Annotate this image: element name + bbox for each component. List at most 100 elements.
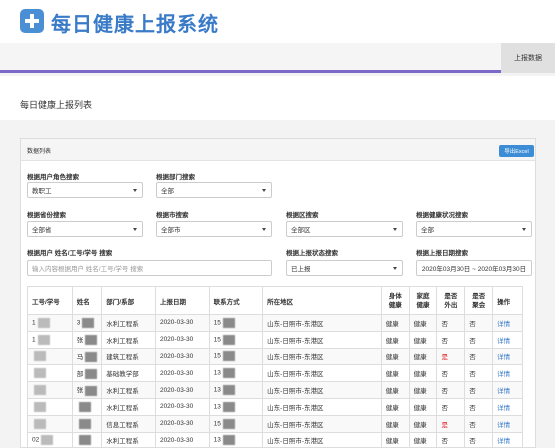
cell-phone: 13 [208, 381, 264, 399]
cell-body-health: 健康 [380, 314, 410, 332]
province-select[interactable]: 全部省 [27, 221, 143, 237]
cell-family-health: 健康 [408, 381, 438, 399]
cell-dept: 水利工程系 [101, 330, 156, 349]
nav-item-report-data[interactable]: 上报数据 [501, 43, 555, 73]
redacted-mask [37, 334, 50, 345]
cell-phone: 13 [208, 364, 264, 383]
details-link[interactable]: 详情 [492, 431, 523, 448]
redacted-mask [222, 351, 235, 362]
cell-name: 3 [71, 314, 103, 332]
cell-gathering: 否 [464, 431, 494, 448]
col-header-dept: 部门/系部 [101, 286, 156, 315]
district-select[interactable]: 全部区 [286, 221, 403, 237]
cell-family-health: 健康 [408, 364, 438, 383]
cell-date: 2020-03-30 [154, 381, 210, 399]
cell-dept: 基础教学部 [101, 364, 156, 383]
role-select[interactable]: 教职工 [27, 182, 143, 198]
details-link[interactable]: 详情 [492, 414, 523, 433]
cell-gathering: 否 [464, 314, 494, 332]
redacted-mask [85, 352, 98, 363]
chevron-down-icon [133, 189, 137, 192]
export-excel-button[interactable]: 导出Excel [499, 145, 534, 157]
status-filter-label: 根据上报状态搜索 [286, 250, 338, 257]
cell-date: 2020-03-30 [154, 347, 210, 366]
cell-gathering: 否 [464, 414, 494, 433]
cell-gathering: 否 [464, 397, 494, 416]
health-select[interactable]: 全部 [416, 221, 532, 237]
details-link[interactable]: 详情 [492, 397, 523, 416]
cell-date: 2020-03-30 [154, 314, 210, 332]
cell-dept: 信息工程系 [101, 414, 156, 433]
redacted-mask [222, 334, 235, 345]
cell-family-health: 健康 [408, 414, 438, 433]
col-header-gathering: 是否 聚会 [464, 286, 494, 315]
table-row: 1 张水利工程系 2020-03-30 15 山东-日照市-东港区 健康 健康否否详情 [27, 330, 523, 349]
details-link[interactable]: 详情 [492, 347, 523, 366]
date-range-input[interactable]: 2020年03月30日 ~ 2020年03月30日 [416, 260, 532, 276]
chevron-down-icon [133, 228, 137, 231]
cell-body-health: 健康 [380, 330, 410, 349]
cell-dept: 建筑工程系 [101, 347, 156, 366]
health-filter-label: 根据健康状况搜索 [416, 212, 468, 219]
redacted-mask [222, 385, 235, 396]
redacted-mask [222, 317, 235, 328]
user-search-input[interactable]: 输入内容根据用户 姓名/工号/学号 搜索 [27, 260, 272, 276]
cell-name: 马 [71, 347, 103, 366]
details-link[interactable]: 详情 [492, 381, 523, 399]
cell-region: 山东-日照市-东港区 [262, 414, 382, 433]
dept-select[interactable]: 全部 [156, 182, 272, 198]
redacted-mask [34, 368, 46, 379]
cell-id [27, 347, 73, 366]
cell-name: 张 [71, 330, 103, 349]
app-title: 每日健康上报系统 [51, 12, 219, 36]
cell-date: 2020-03-30 [154, 397, 210, 416]
cell-went-out: 否 [436, 431, 466, 448]
cell-name [71, 397, 103, 416]
details-link[interactable]: 详情 [492, 314, 523, 332]
col-header-region: 所在地区 [262, 286, 382, 315]
redacted-mask [78, 418, 91, 429]
cell-region: 山东-日照市-东港区 [262, 431, 382, 448]
cell-name [71, 431, 103, 448]
cell-id [27, 414, 73, 433]
table-row: 部基础教学部 2020-03-30 13 山东-日照市-东港区 健康 健康否否详情 [27, 364, 523, 383]
redacted-mask [78, 401, 91, 412]
cell-region: 山东-日照市-东港区 [262, 330, 382, 349]
cell-family-health: 健康 [408, 397, 438, 416]
details-link[interactable]: 详情 [492, 364, 523, 383]
cell-id [27, 397, 73, 416]
role-filter-label: 根据用户角色搜索 [27, 174, 79, 181]
redacted-mask [85, 335, 98, 346]
dept-filter-label: 根据部门搜索 [156, 174, 195, 181]
user-filter-label: 根据用户 姓名/工号/学号 搜索 [27, 250, 113, 257]
col-header-family-health: 家庭 健康 [408, 286, 438, 315]
cell-family-health: 健康 [408, 431, 438, 448]
cell-dept: 水利工程系 [101, 431, 156, 448]
city-select[interactable]: 全部市 [156, 221, 272, 237]
page-title: 每日健康上报列表 [20, 100, 93, 110]
cell-body-health: 健康 [380, 414, 410, 433]
cell-body-health: 健康 [380, 364, 410, 383]
details-link[interactable]: 详情 [492, 330, 523, 349]
table-header-row: 工号/学号 姓名 部门/系部 上报日期 联系方式 所在地区 身体 健康 家庭 健康 … [27, 286, 523, 315]
chevron-down-icon [262, 189, 266, 192]
cell-region: 山东-日照市-东港区 [262, 347, 382, 366]
cell-went-out: 是 [436, 347, 466, 366]
cell-date: 2020-03-30 [154, 330, 210, 349]
col-header-name: 姓名 [71, 286, 103, 315]
status-select[interactable]: 已上报 [286, 260, 403, 276]
table-row: 张水利工程系 2020-03-30 13 山东-日照市-东港区 健康 健康否否详情 [27, 381, 523, 399]
cell-went-out: 否 [436, 330, 466, 349]
col-header-phone: 联系方式 [208, 286, 264, 315]
cell-went-out: 否 [436, 381, 466, 399]
medical-cross-icon [20, 9, 44, 33]
table-row: 信息工程系 2020-03-30 15 山东-日照市-东港区 健康 健康是否详情 [27, 414, 523, 433]
cell-family-health: 健康 [408, 347, 438, 366]
col-header-body-health: 身体 健康 [380, 286, 410, 315]
cell-id: 1 [27, 314, 73, 332]
cell-phone: 13 [208, 431, 264, 448]
table-body: 1 3 水利工程系 2020-03-30 15 山东-日照市-东港区 健康 健康否否详情 1 张水… [27, 314, 523, 448]
cell-region: 山东-日照市-东港区 [262, 314, 382, 332]
cell-dept: 水利工程系 [101, 397, 156, 416]
date-filter-label: 根据上报日期搜索 [416, 250, 468, 257]
